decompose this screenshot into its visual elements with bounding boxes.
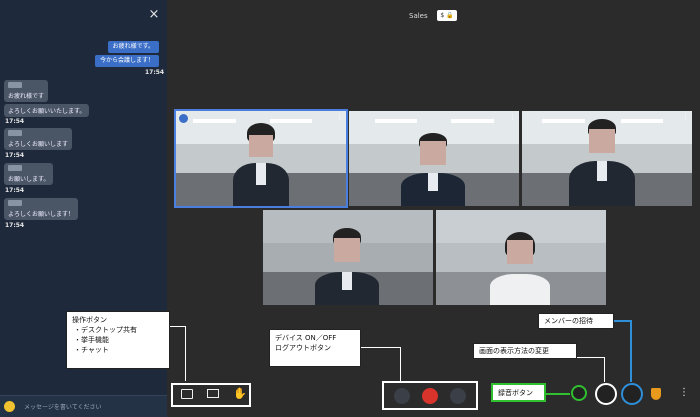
annotation-line [170,326,186,327]
device-button-group [382,381,478,410]
chat-timestamp: 17:54 [5,118,25,125]
annotation-device: デバイス ON／OFF ログアウトボタン [269,329,361,367]
sender-name-blurred [8,130,22,136]
chat-message-incoming: よろしくお願いいたします。 [4,104,90,117]
camera-icon[interactable] [450,388,466,404]
chat-message-incoming: お疲れ様です [4,80,49,102]
chat-message-text: よろしくお願いいたします。 [8,108,86,115]
hangup-icon[interactable] [422,388,438,404]
annotation-device-line: ログアウトボタン [275,344,331,352]
sender-name-blurred [8,82,22,88]
invite-icon[interactable] [621,383,643,405]
chat-message-outgoing: 今から会議します！ [94,55,159,67]
chat-message-incoming: お願いします。 [4,163,54,185]
more-icon[interactable]: ⋮ [509,113,516,121]
annotation-line [361,347,401,348]
chat-timestamp: 17:54 [5,152,25,159]
chat-timestamp: 17:54 [5,222,25,229]
active-speaker-icon [179,114,188,123]
more-icon[interactable]: ⋮ [336,113,343,121]
more-icon[interactable]: ⋮ [682,113,689,121]
chat-message-incoming: よろしくお願いします [4,128,73,150]
chat-icon[interactable] [181,389,193,399]
annotation-ops-item: ・チャット [74,346,109,354]
chat-input-bar[interactable]: メッセージを書いてください [0,395,167,417]
annotation-line [185,326,186,381]
chat-message-text: よろしくお願いします [8,141,69,148]
shield-icon[interactable] [651,388,661,400]
chat-close-button[interactable]: × [147,8,161,22]
raise-hand-icon[interactable]: ✋ [233,387,247,400]
chat-message-text: よろしくお願いします！ [8,211,75,218]
participant-video [486,232,554,305]
chat-message-outgoing: お疲れ様です。 [107,41,159,53]
annotation-ops: 操作ボタン ・デスクトップ共有 ・挙手機能 ・チャット [66,311,170,369]
annotation-ops-item: ・挙手機能 [74,336,109,344]
record-icon[interactable] [571,385,587,401]
participant-video [313,228,381,305]
annotation-line [546,393,570,395]
chat-message-incoming: よろしくお願いします！ [4,198,79,220]
video-tile[interactable]: ⋮ [174,109,348,208]
video-tile[interactable] [263,210,433,305]
chat-message-text: お願いします。 [8,176,50,183]
meeting-title: Sales [409,12,428,20]
annotation-line [604,357,605,382]
annotation-invite: メンバーの招待 [538,313,614,329]
video-stage [167,0,700,417]
emoji-icon[interactable] [4,401,15,412]
sender-name-blurred [8,200,22,206]
video-tile[interactable]: ⋮ [522,111,692,206]
chat-input-placeholder[interactable]: メッセージを書いてください [24,402,102,411]
annotation-layout: 画面の表示方法の変更 [473,343,577,359]
mic-off-icon[interactable] [394,388,410,404]
chat-timestamp: 17:54 [145,69,165,76]
chat-message-text: お疲れ様です [8,93,45,100]
participant-video [231,123,291,206]
annotation-line [400,347,401,381]
annotation-line [614,320,631,322]
annotation-ops-item: ・デスクトップ共有 [74,326,137,334]
ops-button-group: ✋ [171,383,251,407]
more-icon[interactable]: ⋮ [679,387,689,398]
annotation-record: 録音ボタン [491,383,546,402]
video-tile[interactable] [436,210,606,305]
grid-icon[interactable] [595,383,617,405]
sender-name-blurred [8,165,22,171]
desktop-share-icon[interactable] [207,389,219,398]
security-badge[interactable]: $ 🔒 [437,10,457,21]
participant-video [567,119,637,206]
participant-video [399,133,467,206]
annotation-ops-title: 操作ボタン [72,316,107,324]
annotation-device-line: デバイス ON／OFF [275,334,337,342]
video-tile[interactable]: ⋮ [349,111,519,206]
annotation-line [630,320,632,382]
chat-timestamp: 17:54 [5,187,25,194]
annotation-line [577,357,605,358]
